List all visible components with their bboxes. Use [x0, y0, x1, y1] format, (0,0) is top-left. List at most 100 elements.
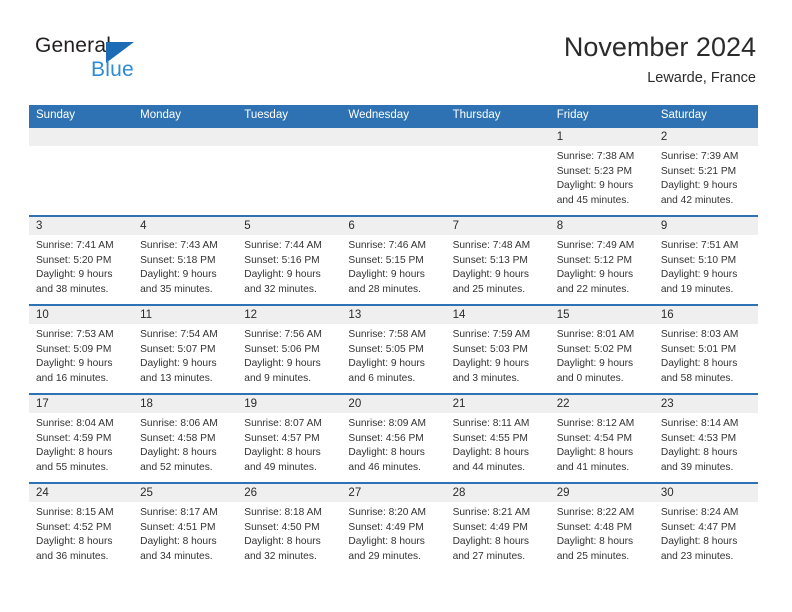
day-cell[interactable]: 1 Sunrise: 7:38 AM Sunset: 5:23 PM Dayli… [549, 126, 654, 216]
daylight-text-line2: and 41 minutes. [556, 461, 630, 473]
sunrise-text: Sunrise: 8:12 AM [556, 418, 635, 429]
sunrise-text: Sunrise: 7:43 AM [140, 240, 218, 251]
sunset-text: Sunset: 5:05 PM [348, 343, 424, 355]
day-cell[interactable]: 30 Sunrise: 8:24 AM Sunset: 4:47 PM Dayl… [653, 482, 758, 572]
daylight-text-line2: and 34 minutes. [140, 550, 213, 562]
general-blue-logo[interactable]: General Blue [35, 34, 235, 90]
sunset-text: Sunset: 5:18 PM [140, 254, 216, 266]
day-cell[interactable]: 8 Sunrise: 7:49 AM Sunset: 5:12 PM Dayli… [549, 215, 654, 305]
day-cell[interactable]: 12 Sunrise: 7:56 AM Sunset: 5:06 PM Dayl… [237, 304, 342, 394]
daylight-text-line1: Daylight: 9 hours [140, 269, 217, 281]
daylight-text-line1: Daylight: 9 hours [244, 269, 321, 281]
sunset-text: Sunset: 5:21 PM [660, 165, 737, 177]
sunrise-text: Sunrise: 8:24 AM [660, 507, 739, 518]
day-cell[interactable]: 21 Sunrise: 8:11 AM Sunset: 4:55 PM Dayl… [445, 393, 550, 483]
daylight-text-line1: Daylight: 8 hours [140, 536, 217, 548]
day-cell[interactable]: 25 Sunrise: 8:17 AM Sunset: 4:51 PM Dayl… [133, 482, 238, 572]
day-cell[interactable]: 19 Sunrise: 8:07 AM Sunset: 4:57 PM Dayl… [237, 393, 342, 483]
sunset-text: Sunset: 5:10 PM [660, 254, 737, 266]
daylight-text-line2: and 32 minutes. [244, 283, 317, 295]
daylight-text-line1: Daylight: 9 hours [556, 269, 634, 281]
daylight-text-line2: and 3 minutes. [452, 372, 520, 384]
day-cell[interactable]: 23 Sunrise: 8:14 AM Sunset: 4:53 PM Dayl… [653, 393, 758, 483]
sunrise-text: Sunrise: 7:53 AM [36, 329, 114, 340]
day-cell[interactable]: 3 Sunrise: 7:41 AM Sunset: 5:20 PM Dayli… [29, 215, 134, 305]
day-cell[interactable]: 28 Sunrise: 8:21 AM Sunset: 4:49 PM Dayl… [445, 482, 550, 572]
sunrise-text: Sunrise: 7:48 AM [452, 240, 531, 251]
weekday-header-wednesday: Wednesday [341, 105, 446, 127]
daylight-text-line1: Daylight: 8 hours [244, 536, 321, 548]
day-cell[interactable]: 10 Sunrise: 7:53 AM Sunset: 5:09 PM Dayl… [29, 304, 134, 394]
daylight-text-line2: and 29 minutes. [348, 550, 421, 562]
day-cell[interactable]: 17 Sunrise: 8:04 AM Sunset: 4:59 PM Dayl… [29, 393, 134, 483]
day-cell[interactable]: 27 Sunrise: 8:20 AM Sunset: 4:49 PM Dayl… [341, 482, 446, 572]
day-number: 18 [133, 395, 238, 413]
day-cell[interactable]: 13 Sunrise: 7:58 AM Sunset: 5:05 PM Dayl… [341, 304, 446, 394]
sunrise-text: Sunrise: 7:51 AM [660, 240, 739, 251]
calendar-header: Sunday Monday Tuesday Wednesday Thursday… [29, 105, 758, 127]
page-title: November 2024 [563, 32, 756, 62]
day-cell[interactable]: 29 Sunrise: 8:22 AM Sunset: 4:48 PM Dayl… [549, 482, 654, 572]
week-row: 24 Sunrise: 8:15 AM Sunset: 4:52 PM Dayl… [29, 482, 758, 572]
day-number: 4 [133, 217, 238, 235]
day-number: 24 [29, 484, 134, 502]
sunrise-text: Sunrise: 7:41 AM [36, 240, 114, 251]
day-cell[interactable] [445, 126, 550, 216]
day-number: 2 [653, 128, 758, 146]
daylight-text-line1: Daylight: 8 hours [348, 447, 425, 459]
day-cell[interactable]: 11 Sunrise: 7:54 AM Sunset: 5:07 PM Dayl… [133, 304, 238, 394]
day-cell[interactable]: 22 Sunrise: 8:12 AM Sunset: 4:54 PM Dayl… [549, 393, 654, 483]
day-number [237, 128, 342, 146]
day-cell[interactable]: 20 Sunrise: 8:09 AM Sunset: 4:56 PM Dayl… [341, 393, 446, 483]
day-cell[interactable]: 18 Sunrise: 8:06 AM Sunset: 4:58 PM Dayl… [133, 393, 238, 483]
daylight-text-line1: Daylight: 9 hours [556, 180, 634, 192]
day-cell[interactable]: 15 Sunrise: 8:01 AM Sunset: 5:02 PM Dayl… [549, 304, 654, 394]
logo-text-blue: Blue [91, 58, 134, 81]
page-header: General Blue November 2024 Lewarde, Fran… [0, 0, 792, 96]
daylight-text-line2: and 49 minutes. [244, 461, 317, 473]
daylight-text-line2: and 46 minutes. [348, 461, 421, 473]
day-cell[interactable]: 5 Sunrise: 7:44 AM Sunset: 5:16 PM Dayli… [237, 215, 342, 305]
daylight-text-line2: and 25 minutes. [452, 283, 526, 295]
daylight-text-line1: Daylight: 8 hours [140, 447, 217, 459]
sunrise-text: Sunrise: 7:39 AM [660, 151, 739, 162]
sunset-text: Sunset: 5:01 PM [660, 343, 737, 355]
day-cell[interactable]: 9 Sunrise: 7:51 AM Sunset: 5:10 PM Dayli… [653, 215, 758, 305]
daylight-text-line2: and 32 minutes. [244, 550, 317, 562]
day-cell[interactable]: 7 Sunrise: 7:48 AM Sunset: 5:13 PM Dayli… [445, 215, 550, 305]
day-cell[interactable] [133, 126, 238, 216]
sunrise-text: Sunrise: 8:17 AM [140, 507, 218, 518]
day-number: 8 [549, 217, 654, 235]
day-number: 14 [445, 306, 550, 324]
day-cell[interactable] [341, 126, 446, 216]
day-number: 11 [133, 306, 238, 324]
day-cell[interactable] [29, 126, 134, 216]
sunset-text: Sunset: 4:57 PM [244, 432, 320, 444]
day-cell[interactable]: 26 Sunrise: 8:18 AM Sunset: 4:50 PM Dayl… [237, 482, 342, 572]
sunrise-text: Sunrise: 8:14 AM [660, 418, 739, 429]
daylight-text-line1: Daylight: 8 hours [36, 447, 113, 459]
sunset-text: Sunset: 4:56 PM [348, 432, 424, 444]
sunset-text: Sunset: 4:54 PM [556, 432, 633, 444]
location-subtitle: Lewarde, France [647, 70, 756, 86]
week-row: 10 Sunrise: 7:53 AM Sunset: 5:09 PM Dayl… [29, 304, 758, 394]
day-cell[interactable]: 14 Sunrise: 7:59 AM Sunset: 5:03 PM Dayl… [445, 304, 550, 394]
day-cell[interactable]: 16 Sunrise: 8:03 AM Sunset: 5:01 PM Dayl… [653, 304, 758, 394]
daylight-text-line2: and 0 minutes. [556, 372, 624, 384]
daylight-text-line2: and 39 minutes. [660, 461, 734, 473]
day-number: 17 [29, 395, 134, 413]
sunset-text: Sunset: 5:23 PM [556, 165, 633, 177]
sunset-text: Sunset: 5:16 PM [244, 254, 320, 266]
day-cell[interactable]: 2 Sunrise: 7:39 AM Sunset: 5:21 PM Dayli… [653, 126, 758, 216]
day-number: 3 [29, 217, 134, 235]
daylight-text-line1: Daylight: 8 hours [452, 536, 530, 548]
day-cell[interactable]: 4 Sunrise: 7:43 AM Sunset: 5:18 PM Dayli… [133, 215, 238, 305]
sunset-text: Sunset: 5:02 PM [556, 343, 633, 355]
sunrise-sunset-calendar: Sunday Monday Tuesday Wednesday Thursday… [29, 105, 758, 572]
day-number [341, 128, 446, 146]
sunset-text: Sunset: 4:51 PM [140, 521, 216, 533]
day-number: 15 [549, 306, 654, 324]
day-cell[interactable] [237, 126, 342, 216]
day-cell[interactable]: 6 Sunrise: 7:46 AM Sunset: 5:15 PM Dayli… [341, 215, 446, 305]
day-cell[interactable]: 24 Sunrise: 8:15 AM Sunset: 4:52 PM Dayl… [29, 482, 134, 572]
